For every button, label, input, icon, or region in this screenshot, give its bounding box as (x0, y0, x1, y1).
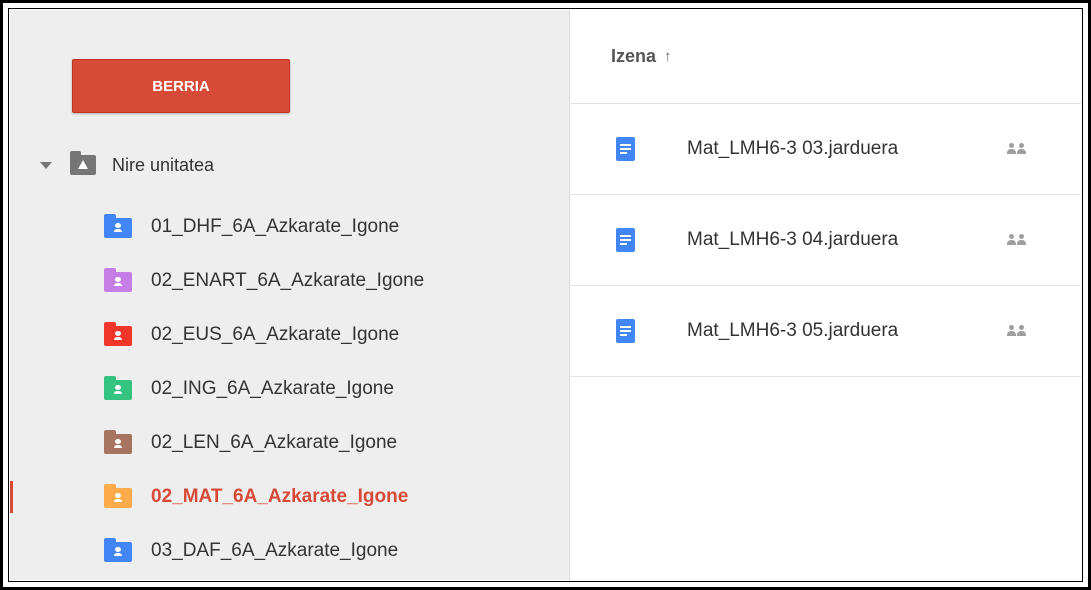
shared-people-icon (1007, 324, 1031, 338)
file-name: Mat_LMH6-3 04.jarduera (687, 229, 899, 250)
file-row[interactable]: Mat_LMH6-3 05.jarduera (571, 286, 1081, 377)
folder-item[interactable]: 02_ING_6A_Azkarate_Igone (104, 362, 544, 416)
shared-folder-icon (104, 268, 132, 292)
expand-caret-icon[interactable] (40, 161, 52, 169)
shared-folder-icon (104, 214, 132, 238)
file-list-pane: Izena ↑ Mat_LMH6-3 03.jarduera Mat_LMH6-… (571, 10, 1081, 580)
folder-label: 02_MAT_6A_Azkarate_Igone (151, 486, 409, 507)
shared-folder-icon (104, 484, 132, 508)
folder-label: 01_DHF_6A_Azkarate_Igone (151, 216, 400, 237)
sort-arrow-icon[interactable]: ↑ (664, 48, 672, 65)
column-header: Izena ↑ (571, 10, 1081, 104)
folder-label: 02_ENART_6A_Azkarate_Igone (151, 270, 425, 291)
folder-item[interactable]: 02_LEN_6A_Azkarate_Igone (104, 416, 544, 470)
screenshot-frame: BERRIA Nire unitatea 01_DHF_6A_Azkarate_… (0, 0, 1091, 590)
shared-folder-icon (104, 430, 132, 454)
folder-label: 03_DAF_6A_Azkarate_Igone (151, 540, 399, 561)
folder-item-selected[interactable]: 02_MAT_6A_Azkarate_Igone (10, 470, 544, 524)
my-drive-node[interactable]: Nire unitatea (40, 150, 214, 180)
file-row[interactable]: Mat_LMH6-3 04.jarduera (571, 195, 1081, 286)
selection-indicator (10, 481, 13, 513)
google-docs-icon (616, 228, 635, 252)
google-docs-icon (616, 137, 635, 161)
shared-folder-icon (104, 376, 132, 400)
shared-folder-icon (104, 322, 132, 346)
shared-folder-icon (104, 538, 132, 562)
my-drive-label: Nire unitatea (112, 154, 215, 175)
folder-item[interactable]: 02_EUS_6A_Azkarate_Igone (104, 308, 544, 362)
file-name: Mat_LMH6-3 05.jarduera (687, 320, 899, 341)
folder-label: 02_LEN_6A_Azkarate_Igone (151, 432, 398, 453)
file-row[interactable]: Mat_LMH6-3 03.jarduera (571, 104, 1081, 195)
folder-item[interactable]: 02_ENART_6A_Azkarate_Igone (104, 254, 544, 308)
drive-window: BERRIA Nire unitatea 01_DHF_6A_Azkarate_… (10, 10, 1081, 580)
folder-label: 02_ING_6A_Azkarate_Igone (151, 378, 394, 399)
shared-people-icon (1007, 233, 1031, 247)
drive-folder-icon (70, 151, 96, 175)
folder-item[interactable]: 03_DAF_6A_Azkarate_Igone (104, 524, 544, 578)
google-docs-icon (616, 319, 635, 343)
file-name: Mat_LMH6-3 03.jarduera (687, 138, 899, 159)
name-column-header[interactable]: Izena (611, 46, 656, 67)
new-button[interactable]: BERRIA (72, 59, 290, 113)
folder-tree: 01_DHF_6A_Azkarate_Igone 02_ENART_6A_Azk… (10, 200, 544, 578)
sidebar: BERRIA Nire unitatea 01_DHF_6A_Azkarate_… (10, 10, 570, 580)
folder-item[interactable]: 01_DHF_6A_Azkarate_Igone (104, 200, 544, 254)
folder-label: 02_EUS_6A_Azkarate_Igone (151, 324, 400, 345)
shared-people-icon (1007, 142, 1031, 156)
